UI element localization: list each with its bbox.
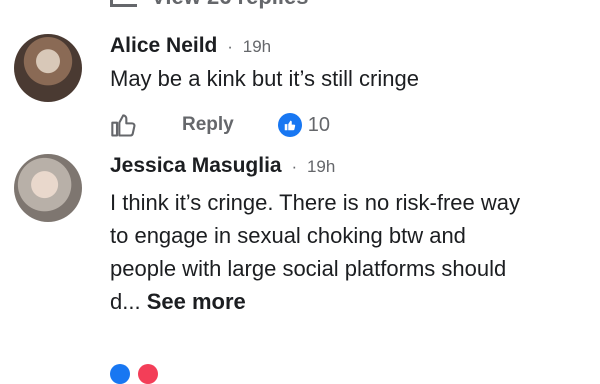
author-name[interactable]: Alice Neild xyxy=(110,34,217,57)
like-reaction-icon xyxy=(277,113,302,137)
view-replies-label: View 26 replies xyxy=(151,0,308,9)
avatar[interactable] xyxy=(14,154,82,222)
like-reaction-icon xyxy=(110,364,130,384)
comment-author[interactable]: Jessica Masuglia · 19h xyxy=(110,154,335,178)
see-more-link[interactable]: See more xyxy=(147,289,246,314)
separator: · xyxy=(291,157,298,176)
comment-time[interactable]: 19h xyxy=(307,157,335,176)
reaction-preview xyxy=(110,364,158,384)
avatar[interactable] xyxy=(14,34,82,102)
comment-text: I think it’s cringe. There is no risk-fr… xyxy=(110,186,530,318)
love-reaction-icon xyxy=(138,364,158,384)
view-replies-link[interactable]: View 26 replies xyxy=(110,0,309,10)
reply-arrow-icon xyxy=(110,0,137,7)
comment-time[interactable]: 19h xyxy=(243,37,271,56)
reaction-count: 10 xyxy=(307,113,330,136)
author-name[interactable]: Jessica Masuglia xyxy=(110,154,282,177)
separator: · xyxy=(227,37,233,56)
comment-author[interactable]: Alice Neild · 19h xyxy=(110,34,271,58)
comment-actions: Reply 10 xyxy=(110,110,330,140)
comment-text: May be a kink but it’s still cringe xyxy=(110,66,419,91)
like-icon[interactable] xyxy=(110,111,138,139)
reaction-summary[interactable]: 10 xyxy=(277,113,330,137)
reply-button[interactable]: Reply xyxy=(182,114,234,136)
